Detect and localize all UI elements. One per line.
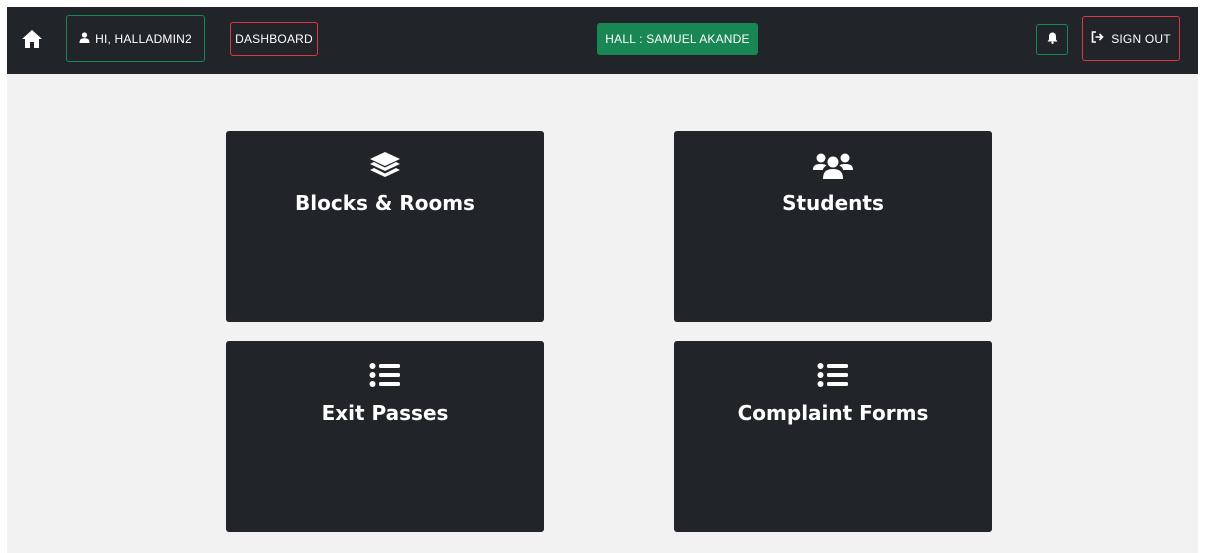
card-title: Complaint Forms: [737, 401, 929, 425]
card-title: Exit Passes: [321, 401, 449, 425]
bell-icon: [1047, 32, 1058, 47]
dashboard-label: DASHBOARD: [235, 32, 313, 46]
blocks-rooms-card[interactable]: Blocks & Rooms: [226, 131, 544, 322]
card-title: Students: [782, 191, 884, 215]
sign-out-label: SIGN OUT: [1111, 31, 1171, 46]
list-icon: [226, 358, 544, 392]
sign-out-button[interactable]: SIGN OUT: [1082, 16, 1180, 61]
user-greeting-label: HI, HALLADMIN2: [95, 31, 192, 46]
notifications-button[interactable]: [1036, 24, 1068, 55]
user-icon: [79, 31, 90, 46]
dashboard-button[interactable]: DASHBOARD: [230, 22, 318, 56]
home-icon[interactable]: [21, 29, 43, 49]
card-title: Blocks & Rooms: [295, 191, 475, 215]
users-icon: [674, 148, 992, 182]
layers-icon: [226, 148, 544, 182]
complaint-forms-card[interactable]: Complaint Forms: [674, 341, 992, 532]
students-card[interactable]: Students: [674, 131, 992, 322]
list-icon: [674, 358, 992, 392]
app-frame: HI, HALLADMIN2 DASHBOARD HALL : SAMUEL A…: [7, 7, 1198, 553]
sign-out-icon: [1091, 31, 1104, 46]
user-greeting-button[interactable]: HI, HALLADMIN2: [66, 15, 205, 62]
hall-label: HALL : SAMUEL AKANDE: [605, 32, 750, 46]
hall-badge[interactable]: HALL : SAMUEL AKANDE: [597, 23, 758, 55]
top-navbar: HI, HALLADMIN2 DASHBOARD HALL : SAMUEL A…: [7, 7, 1198, 74]
exit-passes-card[interactable]: Exit Passes: [226, 341, 544, 532]
